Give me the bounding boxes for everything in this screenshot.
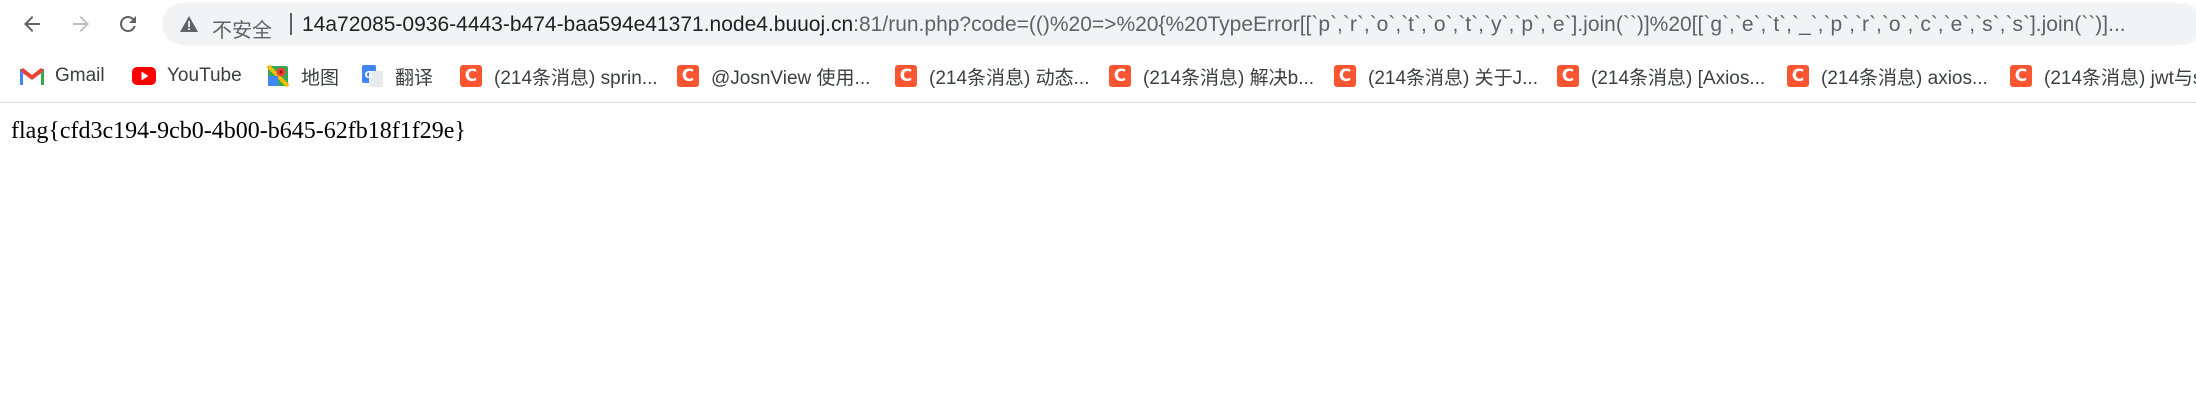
- csdn-icon: C: [895, 65, 917, 87]
- bookmark-csdn-7[interactable]: C (214条消息) axios...: [1786, 61, 1988, 91]
- back-arrow-icon: [24, 16, 40, 32]
- bookmark-label: (214条消息) [Axios...: [1591, 67, 1766, 89]
- bookmark-csdn-3[interactable]: C (214条消息) 动态...: [894, 61, 1089, 91]
- bookmarks-bar: Gmail YouTube 地图 G 翻译 C (214条消息) sprin..…: [0, 57, 2196, 97]
- bookmark-label: Gmail: [55, 65, 105, 86]
- svg-text:G: G: [365, 70, 373, 81]
- csdn-icon: C: [2010, 65, 2032, 87]
- csdn-icon: C: [677, 65, 699, 87]
- bookmark-label: (214条消息) axios...: [1821, 67, 1988, 89]
- url-path: :81/run.php?code=(()%20=>%20{%20TypeErro…: [853, 13, 2126, 36]
- bookmark-csdn-8[interactable]: C (214条消息) jwt与s: [2009, 61, 2196, 91]
- bookmark-csdn-2[interactable]: C @JosnView 使用...: [676, 61, 870, 91]
- bookmark-label: @JosnView 使用...: [711, 67, 871, 89]
- bookmark-csdn-5[interactable]: C (214条消息) 关于J...: [1333, 61, 1538, 91]
- bookmark-label: 翻译: [395, 67, 434, 89]
- address-bar[interactable]: 不安全 14a72085-0936-4443-b474-baa594e41371…: [162, 3, 2196, 45]
- bookmark-csdn-6[interactable]: C (214条消息) [Axios...: [1556, 61, 1765, 91]
- bookmark-label: (214条消息) 动态...: [929, 67, 1090, 89]
- reload-icon: [119, 15, 136, 32]
- bookmark-label: 地图: [301, 67, 340, 89]
- url-host: 14a72085-0936-4443-b474-baa594e41371.nod…: [302, 13, 854, 36]
- page-content-text: flag{cfd3c194-9cb0-4b00-b645-62fb18f1f29…: [11, 118, 466, 144]
- bookmark-label: (214条消息) 解决b...: [1143, 67, 1315, 89]
- forward-arrow-icon: [73, 16, 89, 32]
- translate-icon: G: [360, 64, 384, 88]
- back-button[interactable]: [13, 5, 51, 43]
- forward-button[interactable]: [62, 5, 100, 43]
- csdn-icon: C: [1787, 65, 1809, 87]
- bookmark-label: (214条消息) 关于J...: [1368, 67, 1538, 89]
- csdn-icon: C: [1109, 65, 1131, 87]
- browser-toolbar: 不安全 14a72085-0936-4443-b474-baa594e41371…: [0, 0, 2196, 49]
- reload-button[interactable]: [109, 5, 147, 43]
- bookmark-label: (214条消息) sprin...: [494, 67, 658, 89]
- bookmark-csdn-4[interactable]: C (214条消息) 解决b...: [1108, 61, 1314, 91]
- bookmark-gmail[interactable]: Gmail: [20, 61, 105, 91]
- bookmark-youtube[interactable]: YouTube: [132, 61, 242, 91]
- csdn-icon: C: [460, 65, 482, 87]
- bookmark-maps[interactable]: 地图: [266, 61, 339, 91]
- url-text[interactable]: 14a72085-0936-4443-b474-baa594e41371.nod…: [302, 13, 2126, 37]
- csdn-icon: C: [1557, 65, 1579, 87]
- bookmark-label: (214条消息) jwt与s: [2044, 67, 2196, 89]
- gmail-icon: [20, 64, 44, 88]
- bookmark-label: YouTube: [167, 65, 242, 86]
- csdn-icon: C: [1334, 65, 1356, 87]
- youtube-icon: [132, 64, 156, 88]
- maps-icon: [266, 64, 290, 88]
- bookmark-translate[interactable]: G 翻译: [360, 61, 433, 91]
- security-status-label[interactable]: 不安全: [212, 14, 272, 43]
- toolbar-divider: [0, 102, 2196, 103]
- bookmark-csdn-1[interactable]: C (214条消息) sprin...: [459, 61, 658, 91]
- address-separator: [290, 13, 292, 35]
- warning-triangle-icon[interactable]: [180, 16, 198, 32]
